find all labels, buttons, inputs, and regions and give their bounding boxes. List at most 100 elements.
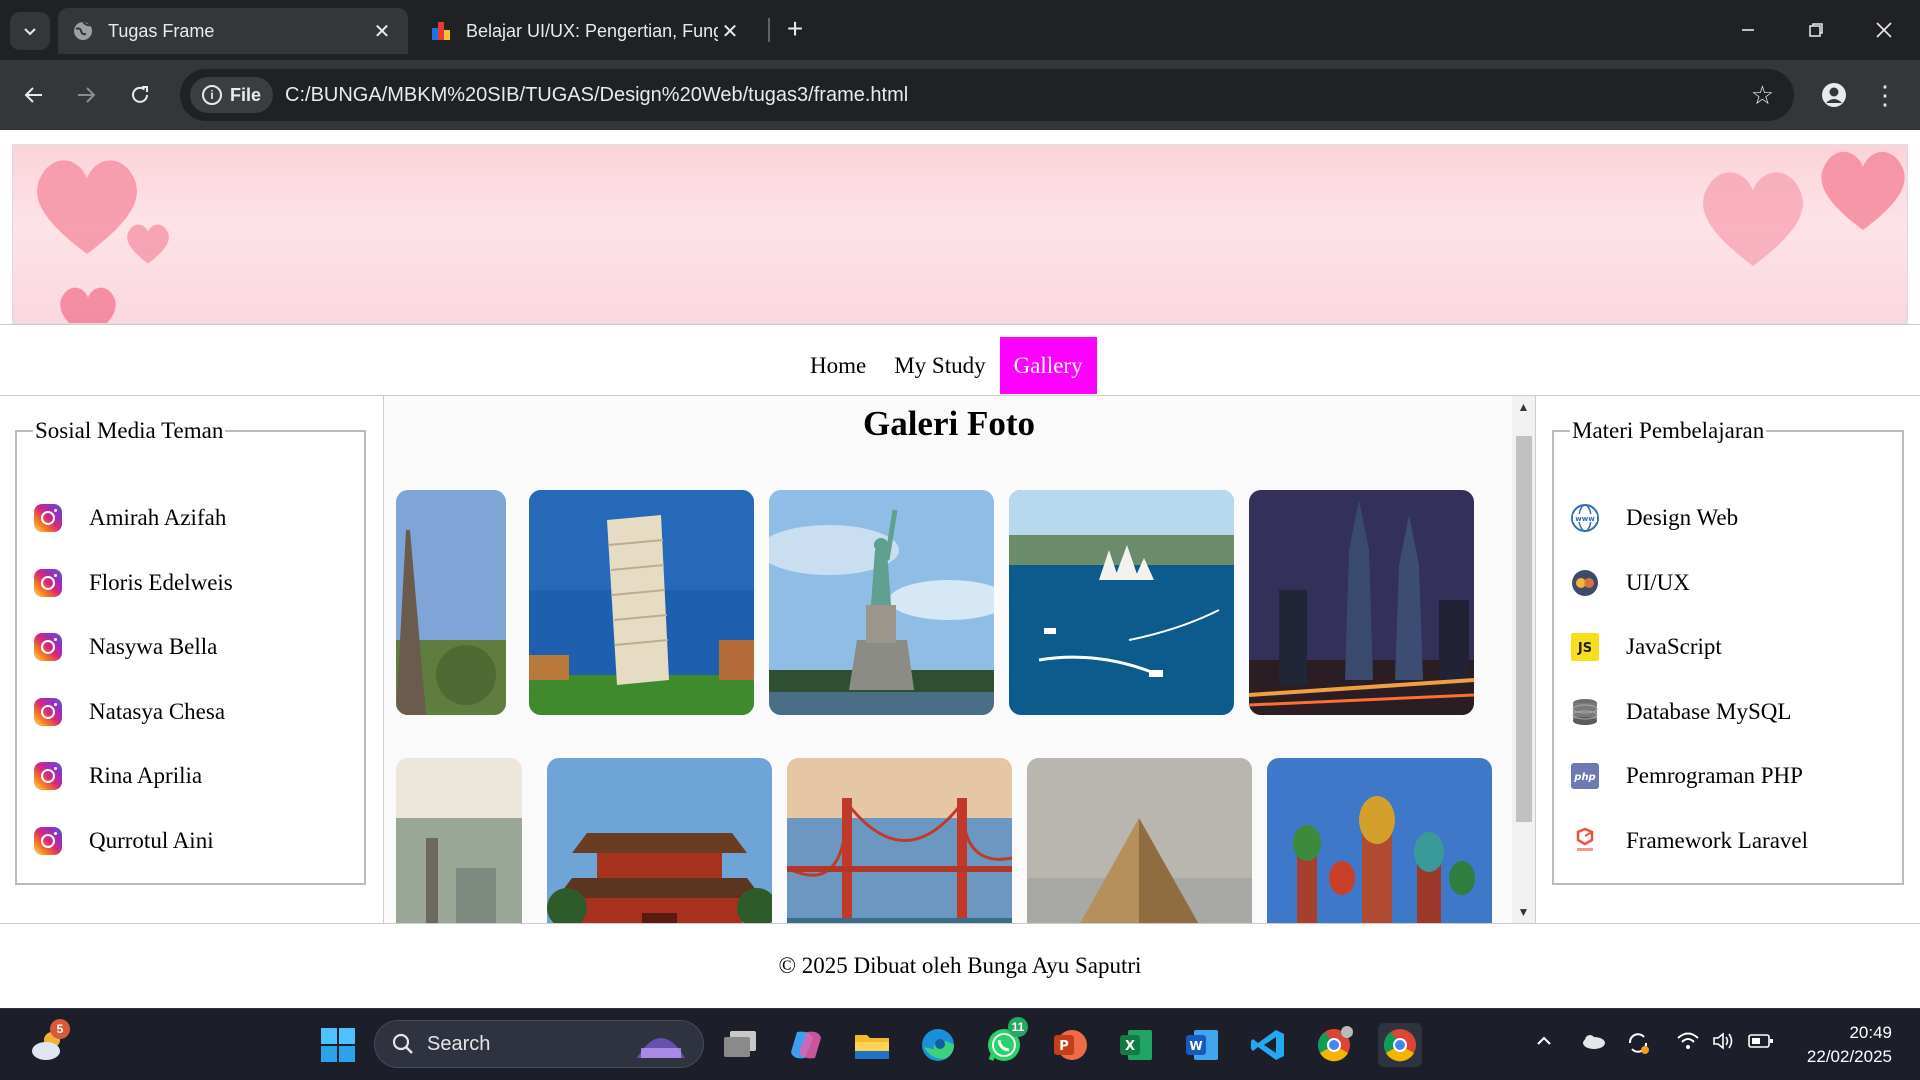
list-item-nasywa[interactable]: Nasywa Bella (33, 615, 348, 680)
tab-belajar-uiux[interactable]: Belajar UI/UX: Pengertian, Fungsi ✕ (416, 8, 756, 54)
wifi-icon[interactable] (1676, 1031, 1700, 1057)
bookmark-star-icon[interactable]: ☆ (1751, 80, 1774, 111)
list-item-laravel[interactable]: Framework Laravel (1570, 809, 1886, 874)
friend-name[interactable]: Amirah Azifah (89, 505, 226, 531)
svg-text:X: X (1125, 1039, 1135, 1054)
chrome-profile-icon[interactable] (1312, 1023, 1356, 1067)
left-sidebar: Sosial Media Teman Amirah Azifah Floris … (0, 396, 384, 923)
page-viewport: Home My Study Gallery Sosial Media Teman… (0, 130, 1920, 1008)
database-icon (1570, 697, 1600, 727)
tab-search-button[interactable] (10, 12, 50, 50)
copilot-icon[interactable] (784, 1023, 828, 1067)
file-explorer-icon[interactable] (850, 1023, 894, 1067)
search-highlight-icon (637, 1038, 685, 1058)
globe-icon (74, 21, 92, 40)
minimize-icon[interactable] (1728, 10, 1768, 50)
clock-time: 20:49 (1849, 1023, 1892, 1042)
browser-menu-icon[interactable]: ⋮ (1870, 75, 1900, 115)
close-tab-icon[interactable]: ✕ (370, 19, 394, 43)
battery-icon[interactable] (1748, 1031, 1774, 1057)
search-icon (392, 1033, 413, 1054)
windows-taskbar: 5 Search 11 P X W 20:49 22/02/2025 (0, 1008, 1920, 1080)
profile-avatar-icon[interactable] (1814, 75, 1854, 115)
friend-name[interactable]: Floris Edelweis (89, 570, 233, 596)
uiux-icon (1570, 568, 1600, 598)
excel-icon[interactable]: X (1114, 1023, 1158, 1067)
course-name[interactable]: Database MySQL (1626, 699, 1791, 725)
heart-decoration (60, 287, 116, 323)
social-media-box: Sosial Media Teman Amirah Azifah Floris … (15, 418, 366, 885)
list-item-rina[interactable]: Rina Aprilia (33, 744, 348, 809)
friend-name[interactable]: Qurrotul Aini (89, 828, 214, 854)
statue-of-liberty-photo (769, 490, 994, 715)
weather-badge: 5 (50, 1019, 70, 1039)
friend-name[interactable]: Rina Aprilia (89, 763, 202, 789)
nav-gallery[interactable]: Gallery (999, 337, 1097, 394)
list-item-javascript[interactable]: JS JavaScript (1570, 615, 1886, 680)
st-basils-cathedral-photo (1267, 758, 1492, 923)
leaning-tower-of-pisa-photo (529, 490, 754, 715)
new-tab-button[interactable]: + (780, 13, 810, 44)
list-item-amirah[interactable]: Amirah Azifah (33, 486, 348, 551)
course-name[interactable]: UI/UX (1626, 570, 1690, 596)
taskbar-clock[interactable]: 20:49 22/02/2025 (1807, 1021, 1892, 1069)
list-item-uiux[interactable]: UI/UX (1570, 551, 1886, 616)
laravel-icon (1570, 826, 1600, 856)
list-item-floris[interactable]: Floris Edelweis (33, 551, 348, 616)
address-bar[interactable]: i File C:/BUNGA/MBKM%20SIB/TUGAS/Design%… (180, 69, 1794, 121)
close-window-icon[interactable] (1864, 10, 1904, 50)
course-name[interactable]: Design Web (1626, 505, 1738, 531)
vscode-icon[interactable] (1246, 1023, 1290, 1067)
course-name[interactable]: JavaScript (1626, 634, 1722, 660)
restore-icon[interactable] (1796, 10, 1836, 50)
reload-icon[interactable] (120, 75, 160, 115)
close-tab-icon[interactable]: ✕ (718, 19, 742, 43)
show-hidden-icons-chevron-icon[interactable] (1534, 1031, 1554, 1057)
instagram-icon (33, 568, 63, 598)
list-item-php[interactable]: php Pemrograman PHP (1570, 744, 1886, 809)
nav-my-study[interactable]: My Study (880, 337, 999, 394)
back-arrow-icon[interactable] (14, 75, 54, 115)
forward-arrow-icon[interactable] (66, 75, 106, 115)
url-text[interactable]: C:/BUNGA/MBKM%20SIB/TUGAS/Design%20Web/t… (285, 84, 908, 107)
friend-name[interactable]: Nasywa Bella (89, 634, 217, 660)
powerpoint-icon[interactable]: P (1048, 1023, 1092, 1067)
task-view-icon[interactable] (718, 1023, 762, 1067)
list-item-design-web[interactable]: www Design Web (1570, 486, 1886, 551)
sync-icon[interactable] (1626, 1031, 1650, 1061)
friend-name[interactable]: Natasya Chesa (89, 699, 225, 725)
petronas-towers-photo (1249, 490, 1474, 715)
scroll-down-arrow-icon[interactable]: ▼ (1512, 901, 1535, 923)
site-info-chip[interactable]: i File (190, 77, 274, 113)
search-placeholder: Search (427, 1032, 491, 1055)
main-navbar: Home My Study Gallery (0, 324, 1920, 396)
svg-text:W: W (1189, 1039, 1202, 1053)
tab-title: Tugas Frame (108, 20, 215, 41)
eiffel-tower-photo (396, 490, 506, 715)
heart-decoration (1703, 172, 1803, 266)
list-item-natasya[interactable]: Natasya Chesa (33, 680, 348, 745)
london-city-photo (396, 758, 522, 923)
nav-home[interactable]: Home (796, 337, 880, 394)
onedrive-cloud-icon[interactable] (1580, 1031, 1606, 1057)
www-globe-icon: www (1570, 503, 1600, 533)
whatsapp-icon[interactable]: 11 (982, 1017, 1028, 1067)
word-icon[interactable]: W (1180, 1023, 1224, 1067)
weather-widget-icon[interactable]: 5 (26, 1019, 70, 1067)
learning-materials-title: Materi Pembelajaran (1572, 418, 1765, 443)
list-item-database-mysql[interactable]: Database MySQL (1570, 680, 1886, 745)
course-name[interactable]: Pemrograman PHP (1626, 763, 1803, 789)
course-name[interactable]: Framework Laravel (1626, 828, 1808, 854)
taskbar-search-box[interactable]: Search (374, 1020, 704, 1068)
windows-start-icon[interactable] (316, 1023, 360, 1067)
chrome-active-icon[interactable] (1378, 1023, 1422, 1067)
right-sidebar: Materi Pembelajaran www Design Web UI/UX (1535, 396, 1920, 923)
scroll-up-arrow-icon[interactable]: ▲ (1512, 396, 1535, 418)
tab-tugas-frame[interactable]: Tugas Frame ✕ (58, 8, 408, 54)
whatsapp-badge: 11 (1008, 1017, 1028, 1037)
edge-browser-icon[interactable] (916, 1023, 960, 1067)
gallery-scrollbar[interactable]: ▲ ▼ (1512, 396, 1535, 923)
volume-icon[interactable] (1712, 1031, 1736, 1057)
scrollbar-thumb[interactable] (1516, 436, 1532, 822)
list-item-qurrotul[interactable]: Qurrotul Aini (33, 809, 348, 874)
